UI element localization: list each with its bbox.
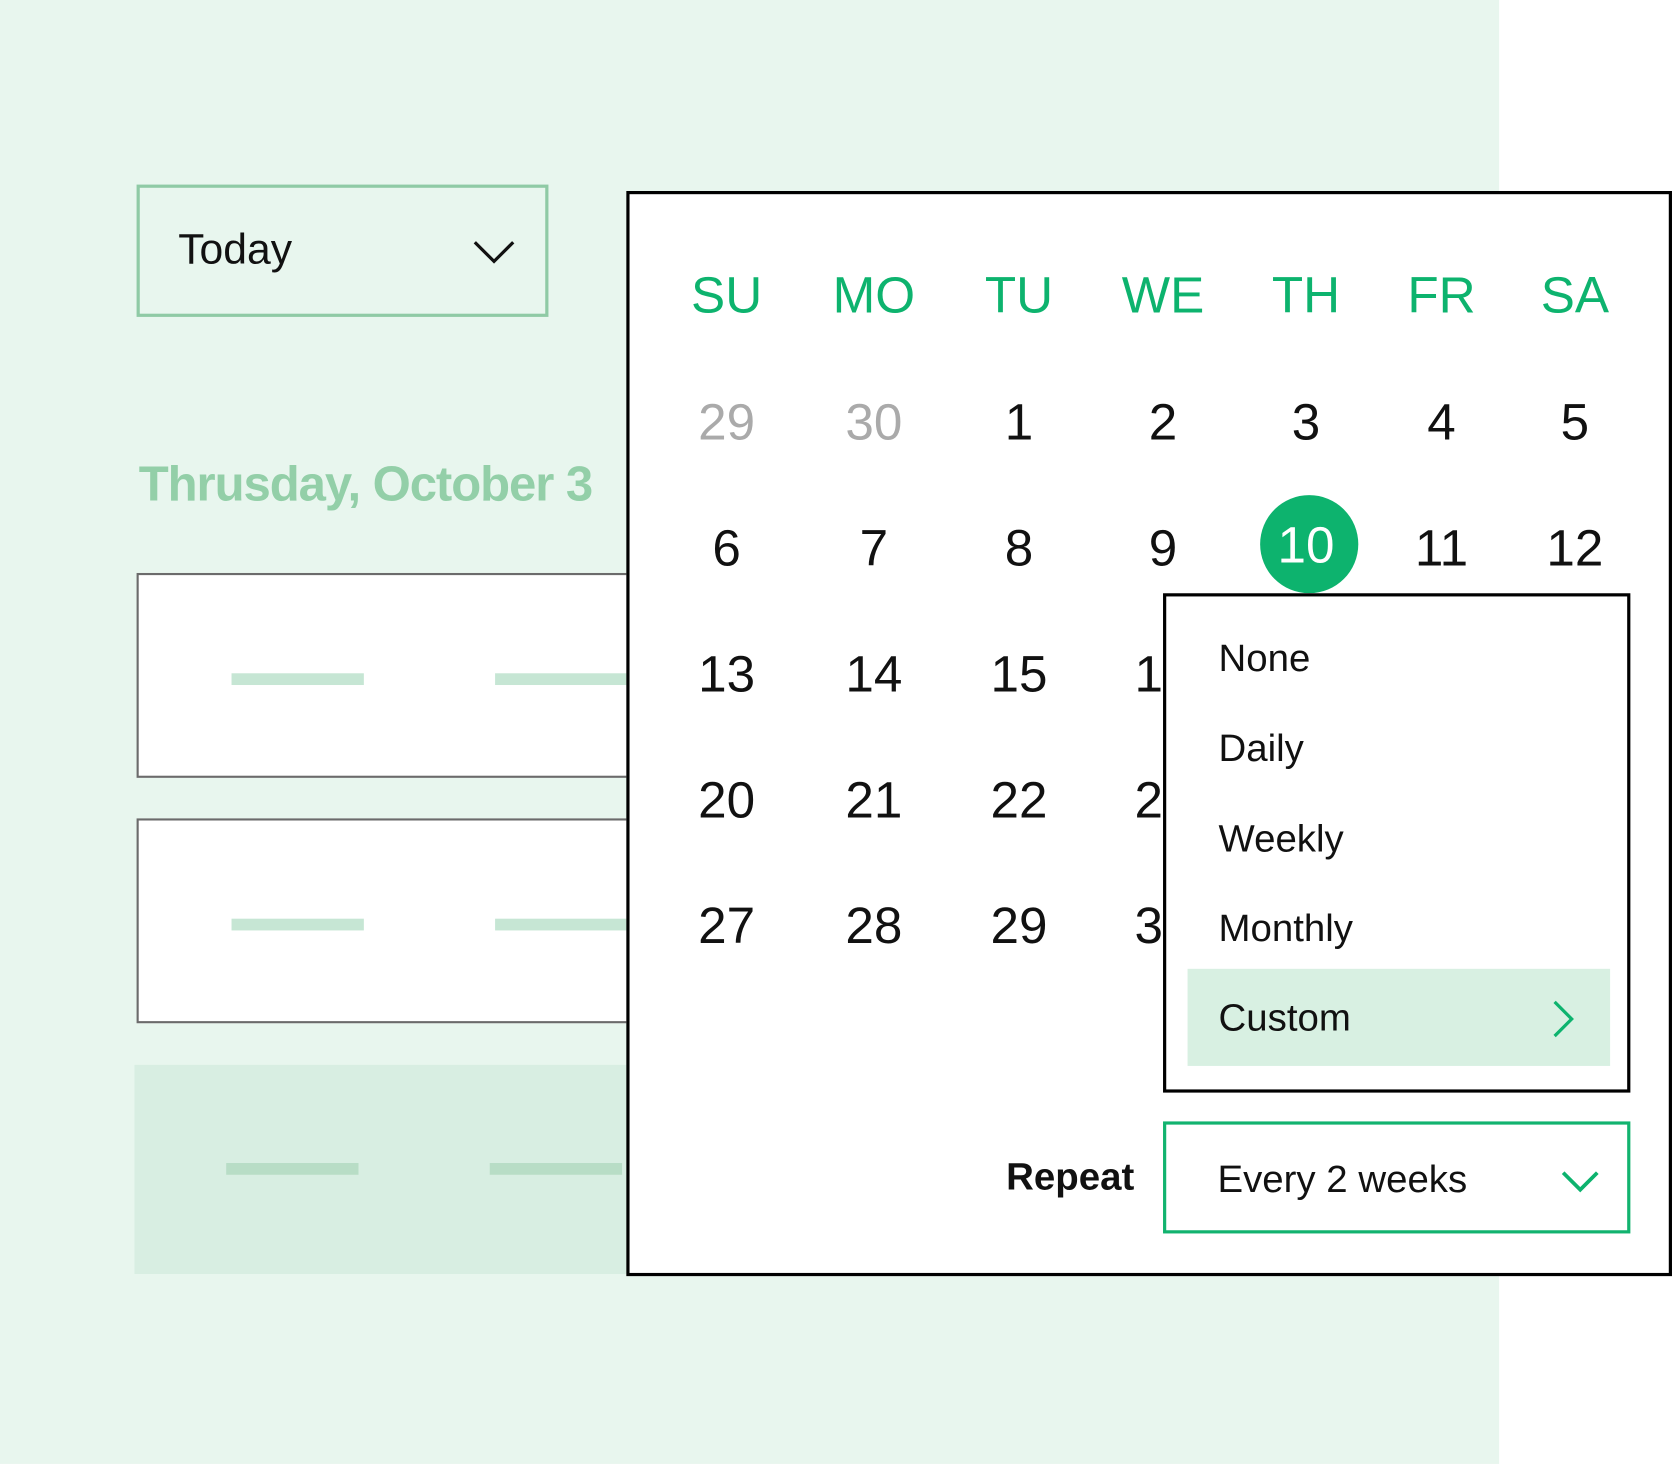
calendar-day[interactable]: 12: [1511, 520, 1639, 580]
repeat-options-menu: None Daily Weekly Monthly Custom: [1163, 593, 1631, 1093]
event-card-selected[interactable]: [134, 1064, 636, 1274]
calendar-day[interactable]: 6: [663, 520, 791, 580]
weekday-header: MO: [832, 267, 916, 325]
placeholder-line: [489, 1163, 623, 1175]
calendar-day[interactable]: 15: [955, 646, 1083, 706]
repeat-label: Repeat: [1006, 1154, 1135, 1199]
event-card[interactable]: [136, 572, 639, 778]
calendar-day[interactable]: 14: [810, 646, 938, 706]
calendar-day[interactable]: 20: [663, 771, 791, 831]
chevron-right-icon: [1553, 1000, 1574, 1038]
date-heading: Thrusday, October 3: [138, 455, 593, 512]
scheduler-view: Today Thrusday, October 3 SU MO TU WE TH FR SA…: [0, 0, 1673, 1464]
today-dropdown-label: Today: [178, 226, 293, 274]
weekday-header: TH: [1271, 267, 1341, 325]
calendar-day[interactable]: 21: [810, 771, 938, 831]
placeholder-line: [231, 673, 364, 686]
menu-item-none[interactable]: None: [1188, 609, 1611, 706]
weekday-header: TU: [984, 267, 1054, 325]
menu-item-weekly[interactable]: Weekly: [1188, 790, 1611, 887]
calendar-day[interactable]: 28: [810, 897, 938, 957]
placeholder-line: [226, 1163, 359, 1175]
calendar-day[interactable]: 1: [955, 394, 1083, 454]
calendar-day[interactable]: 2: [1099, 394, 1227, 454]
placeholder-line: [495, 918, 628, 931]
placeholder-line: [495, 673, 628, 686]
chevron-down-icon: [473, 241, 515, 264]
calendar-day[interactable]: 30: [810, 394, 938, 454]
calendar-day[interactable]: 27: [663, 897, 791, 957]
event-card[interactable]: [136, 818, 639, 1024]
chevron-down-icon: [1561, 1171, 1599, 1193]
menu-item-custom-label: Custom: [1218, 995, 1351, 1040]
calendar-day[interactable]: 29: [663, 394, 791, 454]
calendar-day-selected[interactable]: 10: [1242, 516, 1370, 576]
weekday-header: FR: [1407, 267, 1476, 325]
calendar-day[interactable]: 3: [1242, 394, 1370, 454]
calendar-day[interactable]: 4: [1377, 394, 1505, 454]
weekday-header: SU: [691, 267, 763, 325]
weekday-header: WE: [1121, 267, 1205, 325]
weekday-header: SA: [1540, 267, 1610, 325]
calendar-day[interactable]: 29: [955, 897, 1083, 957]
calendar-day[interactable]: 13: [663, 646, 791, 706]
calendar-day[interactable]: 5: [1511, 394, 1639, 454]
calendar-day[interactable]: 8: [955, 520, 1083, 580]
menu-item-daily[interactable]: Daily: [1188, 699, 1611, 796]
today-dropdown[interactable]: Today: [136, 184, 549, 317]
calendar-day[interactable]: 11: [1377, 520, 1505, 580]
repeat-select[interactable]: Every 2 weeks: [1163, 1121, 1631, 1234]
menu-item-monthly[interactable]: Monthly: [1188, 879, 1611, 976]
repeat-select-value: Every 2 weeks: [1217, 1156, 1468, 1201]
calendar-day[interactable]: 22: [955, 771, 1083, 831]
placeholder-line: [231, 918, 364, 931]
menu-item-custom[interactable]: Custom: [1187, 968, 1611, 1066]
calendar-day[interactable]: 7: [810, 520, 938, 580]
calendar-day[interactable]: 9: [1099, 520, 1227, 580]
